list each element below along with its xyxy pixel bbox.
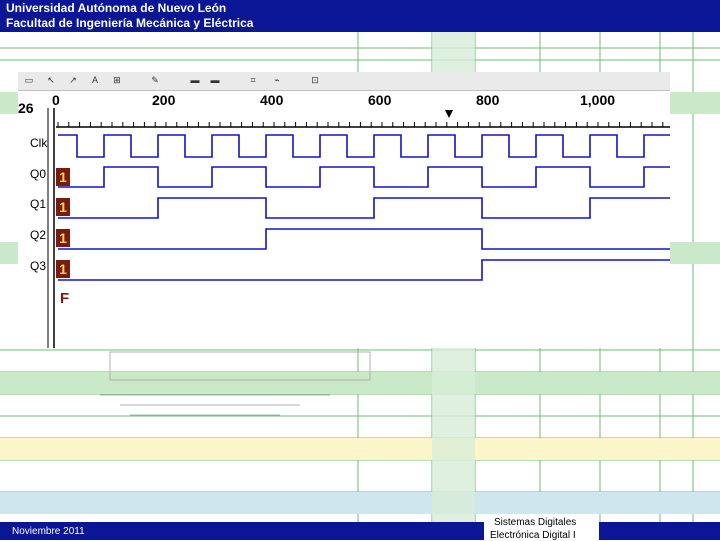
q1-value-badge: 1 [56,198,70,216]
signal-wave-q3 [58,259,670,281]
select-tool-icon[interactable]: ▭ [22,75,36,86]
signal-label-q3[interactable]: Q3 [30,259,46,273]
signal-label-q2[interactable]: Q2 [30,228,46,242]
clock-icon[interactable]: ⌁ [270,75,284,86]
waveform-viewer: ▭ ↖ ↗ A ⊞ ✎ ▬ ▬ ⌗ ⌁ ⊡ 26 0 200 400 600 8… [18,72,670,348]
course-box: Sistemas Digitales Electrónica Digital I [484,514,599,541]
signal-wave-q2 [58,228,670,250]
q3-value-badge: 1 [56,260,70,278]
edit-icon[interactable]: ✎ [148,75,162,86]
time-cursor-icon [445,110,453,118]
pointer-icon[interactable]: ↖ [44,75,58,86]
zoom-icon[interactable]: ↗ [66,75,80,86]
course-name: Sistemas Digitales [494,517,577,528]
footer-bar: Noviembre 2011 [0,522,720,540]
header-bar: Universidad Autónoma de Nuevo León Facul… [0,0,720,32]
signal-label-q1[interactable]: Q1 [30,197,46,211]
faculty-name: Facultad de Ingeniería Mecánica y Eléctr… [6,16,254,30]
signal-wave-q1 [58,197,670,219]
text-tool-icon[interactable]: A [88,75,102,86]
bus2-icon[interactable]: ▬ [208,75,222,86]
wave-tool-icon[interactable]: ⊞ [110,75,124,86]
final-state-marker: F [60,290,70,307]
simulator-toolbar: ▭ ↖ ↗ A ⊞ ✎ ▬ ▬ ⌗ ⌁ ⊡ [18,72,670,91]
course-subtitle: Electrónica Digital I [490,530,576,541]
university-name: Universidad Autónoma de Nuevo León [6,1,227,15]
value-icon[interactable]: ⌗ [246,75,260,86]
signal-label-q0[interactable]: Q0 [30,167,46,181]
signal-label-clk[interactable]: Clk [30,136,47,150]
waveform-plot [47,108,670,348]
grid-icon[interactable]: ⊡ [308,75,322,86]
q2-value-badge: 1 [56,229,70,247]
signal-wave-clk [58,134,670,158]
q0-value-badge: 1 [56,168,70,186]
bus-icon[interactable]: ▬ [188,75,202,86]
signal-waves [58,134,670,281]
signal-wave-q0 [58,166,670,188]
footer-date: Noviembre 2011 [12,526,85,537]
